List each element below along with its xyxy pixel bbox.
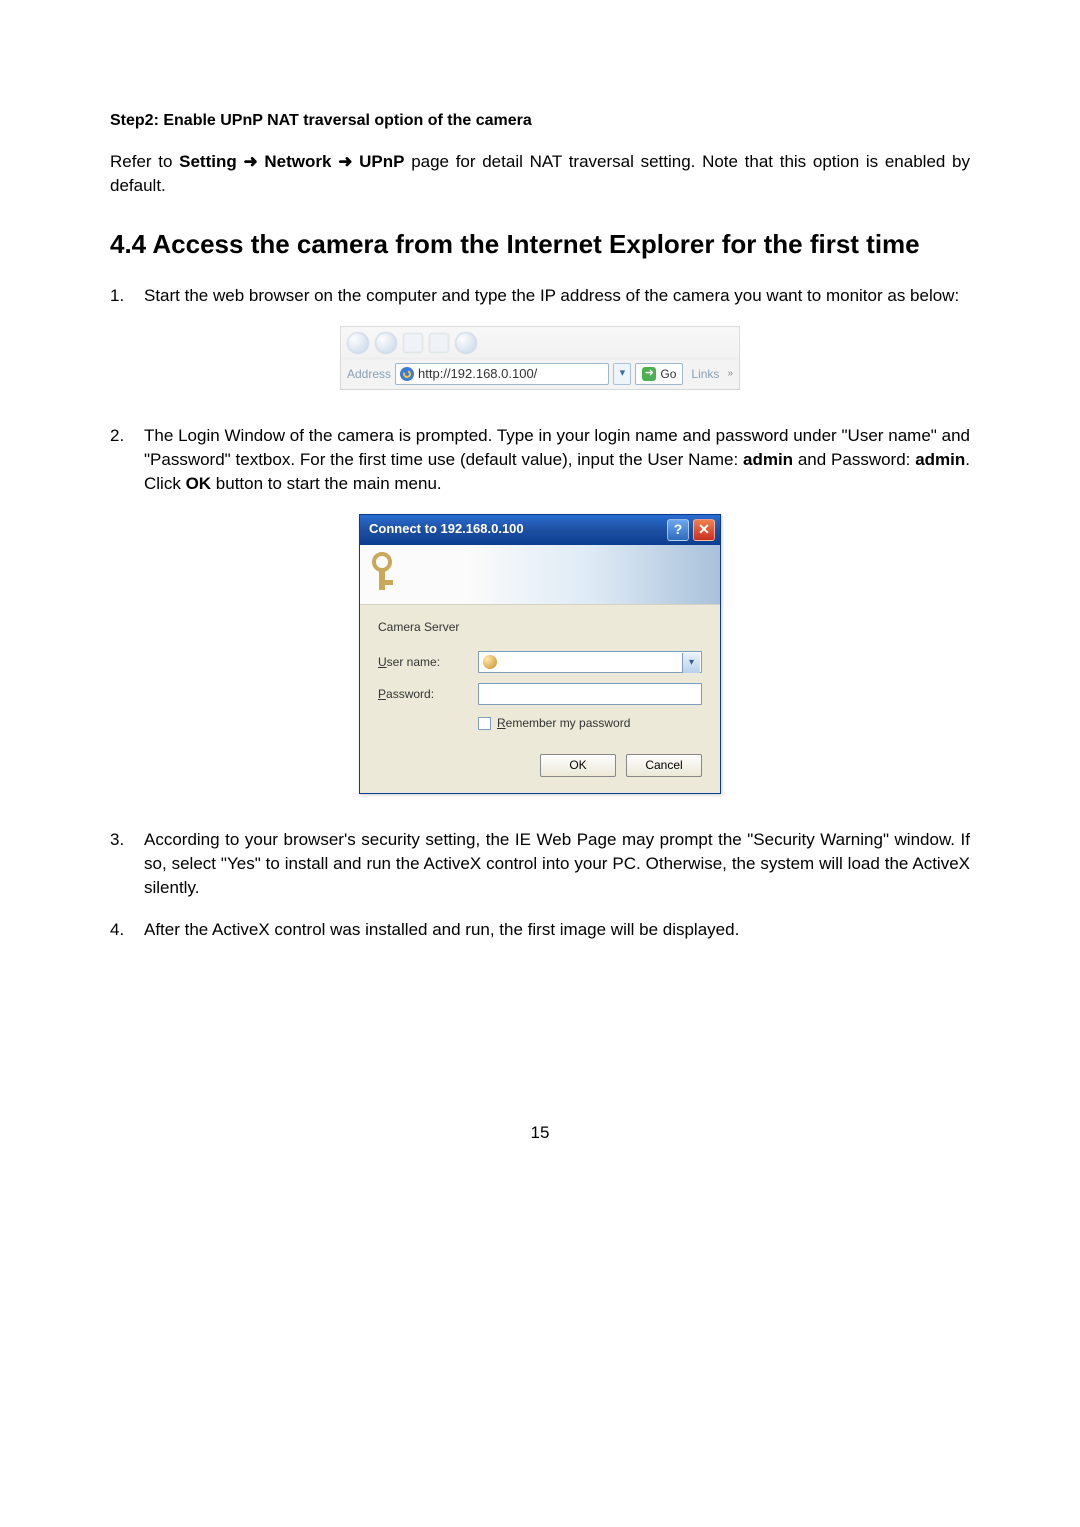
chevron-icon[interactable]: »	[727, 367, 733, 381]
user-icon	[483, 655, 497, 669]
address-label: Address	[347, 366, 391, 383]
mnemonic: U	[378, 655, 387, 669]
dialog-banner	[360, 545, 720, 605]
arrow-icon: ➜	[338, 152, 359, 171]
mnemonic: P	[378, 687, 386, 701]
back-button[interactable]	[347, 332, 369, 354]
remember-row: Remember my password	[478, 715, 702, 732]
forward-button[interactable]	[375, 332, 397, 354]
mnemonic: R	[497, 716, 506, 730]
item-text: Start the web browser on the computer an…	[144, 284, 970, 308]
text: Refer to	[110, 152, 179, 171]
stop-button[interactable]	[403, 333, 423, 353]
address-input[interactable]: http://192.168.0.100/	[395, 363, 609, 385]
network-bold: Network	[264, 152, 331, 171]
item-text: After the ActiveX control was installed …	[144, 918, 970, 942]
item-number: 1.	[110, 284, 144, 308]
password-row: Password:	[378, 683, 702, 705]
remember-label: Remember my password	[497, 715, 630, 732]
realm-label: Camera Server	[378, 619, 702, 636]
item-number: 2.	[110, 424, 144, 495]
label-rest: emember my password	[506, 716, 631, 730]
upnp-bold: UPnP	[359, 152, 404, 171]
item-text: According to your browser's security set…	[144, 828, 970, 899]
list-item-4: 4. After the ActiveX control was install…	[110, 918, 970, 942]
text: page for detail NAT traversal setting. N…	[110, 152, 970, 195]
refresh-button[interactable]	[429, 333, 449, 353]
text: button to start the main menu.	[211, 474, 442, 493]
list-item-2: 2. The Login Window of the camera is pro…	[110, 424, 970, 495]
label-rest: assword:	[386, 687, 434, 701]
address-url: http://192.168.0.100/	[418, 365, 537, 383]
links-label[interactable]: Links	[687, 366, 723, 383]
toolbar-buttons-row	[341, 327, 739, 359]
key-icon	[368, 552, 402, 596]
ie-page-icon	[400, 367, 414, 381]
ok-bold: OK	[186, 474, 212, 493]
username-input[interactable]: ▾	[478, 651, 702, 673]
text: and Password:	[793, 450, 915, 469]
list-item-3: 3. According to your browser's security …	[110, 828, 970, 899]
admin-bold: admin	[743, 450, 793, 469]
item-number: 4.	[110, 918, 144, 942]
dialog-button-row: OK Cancel	[360, 754, 720, 793]
dialog-titlebar: Connect to 192.168.0.100 ? ✕	[360, 515, 720, 545]
admin-bold: admin	[915, 450, 965, 469]
go-button[interactable]: ➜ Go	[635, 363, 683, 385]
item-number: 3.	[110, 828, 144, 899]
address-dropdown-button[interactable]: ▾	[613, 363, 631, 385]
password-label: Password:	[378, 686, 478, 703]
page-number: 15	[110, 1121, 970, 1145]
step2-paragraph: Refer to Setting ➜ Network ➜ UPnP page f…	[110, 150, 970, 198]
help-button[interactable]: ?	[667, 519, 689, 541]
dialog-title: Connect to 192.168.0.100	[365, 520, 663, 538]
username-label: User name:	[378, 654, 478, 671]
go-label: Go	[660, 366, 676, 383]
login-dialog-screenshot: Connect to 192.168.0.100 ? ✕ Camera Serv…	[110, 514, 970, 795]
remember-checkbox[interactable]	[478, 717, 491, 730]
go-arrow-icon: ➜	[642, 367, 656, 381]
step2-title: Step2: Enable UPnP NAT traversal option …	[110, 110, 970, 132]
ok-button[interactable]: OK	[540, 754, 616, 777]
label-rest: ser name:	[387, 655, 440, 669]
item-text: The Login Window of the camera is prompt…	[144, 424, 970, 495]
address-row: Address http://192.168.0.100/ ▾ ➜ Go Lin…	[341, 359, 739, 389]
setting-bold: Setting	[179, 152, 237, 171]
cancel-button[interactable]: Cancel	[626, 754, 702, 777]
dialog-body: Camera Server User name: ▾ Password:	[360, 605, 720, 755]
username-row: User name: ▾	[378, 651, 702, 673]
password-input[interactable]	[478, 683, 702, 705]
close-button[interactable]: ✕	[693, 519, 715, 541]
username-dropdown-button[interactable]: ▾	[682, 653, 700, 673]
section-heading-4-4: 4.4 Access the camera from the Internet …	[110, 226, 970, 262]
arrow-icon: ➜	[243, 152, 264, 171]
addressbar-screenshot: Address http://192.168.0.100/ ▾ ➜ Go Lin…	[110, 326, 970, 390]
list-item-1: 1. Start the web browser on the computer…	[110, 284, 970, 308]
home-button[interactable]	[455, 332, 477, 354]
ie-toolbar: Address http://192.168.0.100/ ▾ ➜ Go Lin…	[340, 326, 740, 390]
login-dialog: Connect to 192.168.0.100 ? ✕ Camera Serv…	[359, 514, 721, 795]
